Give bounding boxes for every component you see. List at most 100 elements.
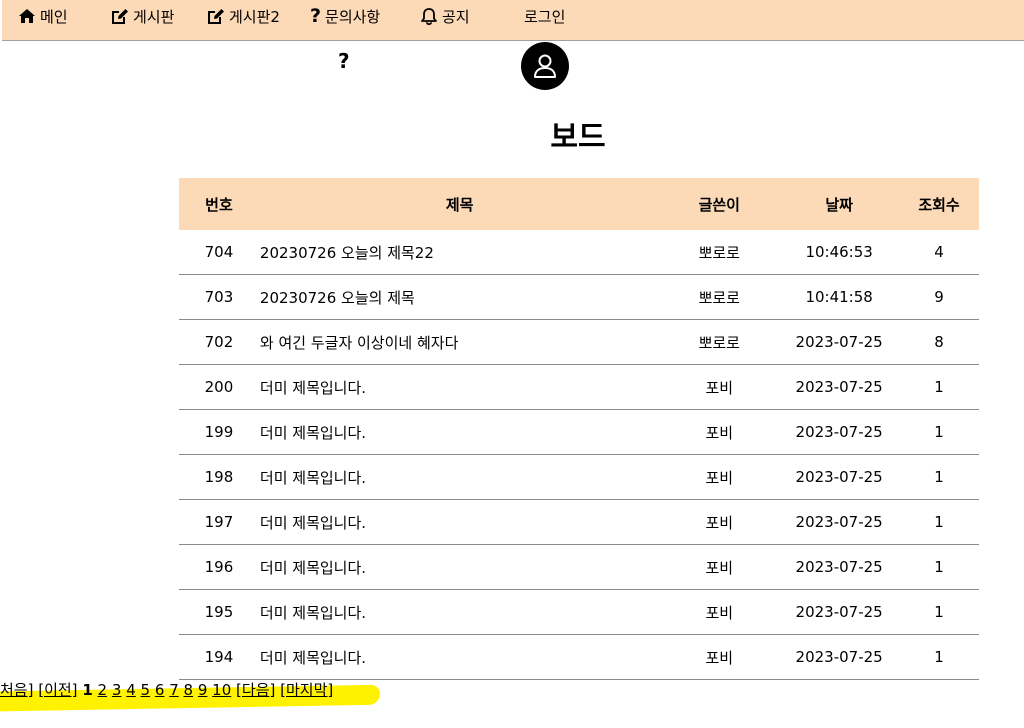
cell-title-link[interactable]: 더미 제목입니다. — [258, 544, 660, 590]
pager-page-link[interactable]: 4 — [126, 681, 136, 699]
header-title[interactable]: 제목 — [259, 178, 659, 230]
cell-writer: 뽀로로 — [659, 319, 780, 365]
pager-last-link[interactable]: [마지막] — [280, 681, 333, 699]
header-date[interactable]: 날짜 — [779, 178, 899, 230]
pager-page-link[interactable]: 10 — [212, 681, 231, 699]
pager-page-link[interactable]: 7 — [169, 681, 179, 699]
help-icon[interactable]: ? — [338, 51, 350, 71]
question-icon: ? — [310, 4, 322, 27]
cell-views: 4 — [899, 230, 979, 275]
table-row[interactable]: 702 와 여긴 두글자 이상이네 혜자다 뽀로로 2023-07-25 8 — [179, 319, 979, 365]
cell-title-link[interactable]: 20230726 오늘의 제목 — [258, 274, 660, 320]
cell-number: 200 — [179, 364, 259, 410]
cell-title-link[interactable]: 더미 제목입니다. — [258, 454, 660, 500]
cell-date: 2023-07-25 — [779, 409, 900, 455]
nav-item-label: 게시판 — [133, 7, 175, 26]
cell-writer: 포비 — [659, 454, 780, 500]
board-table: 번호 제목 글쓴이 날짜 조회수 704 20230726 오늘의 제목22 뽀… — [179, 178, 979, 680]
nav-item-board2[interactable]: 게시판2 — [206, 3, 280, 29]
cell-views: 1 — [899, 454, 979, 500]
pager-page-link[interactable]: 8 — [184, 681, 194, 699]
home-icon — [18, 8, 36, 24]
table-row[interactable]: 198 더미 제목입니다. 포비 2023-07-25 1 — [179, 454, 979, 500]
cell-writer: 포비 — [659, 409, 780, 455]
cell-date: 2023-07-25 — [779, 364, 900, 410]
table-row[interactable]: 196 더미 제목입니다. 포비 2023-07-25 1 — [179, 544, 979, 590]
cell-date: 2023-07-25 — [779, 454, 900, 500]
nav-item-login[interactable]: 로그인 — [524, 3, 565, 29]
pager-page-link[interactable]: 3 — [112, 681, 122, 699]
table-row[interactable]: 194 더미 제목입니다. 포비 2023-07-25 1 — [179, 634, 979, 680]
nav-item-board[interactable]: 게시판 — [110, 3, 174, 29]
cell-views: 8 — [899, 319, 979, 365]
cell-number: 703 — [179, 274, 259, 320]
pagination: 처음] [이전] 1 2 3 4 5 6 7 8 9 10 [다음] [마지막] — [0, 679, 333, 700]
pager-next-link[interactable]: [다음] — [236, 681, 275, 699]
pager-first-link[interactable]: 처음] — [0, 681, 33, 699]
header-writer[interactable]: 글쓴이 — [659, 178, 779, 230]
cell-number: 199 — [179, 409, 259, 455]
cell-title-link[interactable]: 와 여긴 두글자 이상이네 혜자다 — [258, 319, 660, 365]
page-title: 보드 — [550, 120, 606, 155]
cell-views: 1 — [899, 544, 979, 590]
table-row[interactable]: 703 20230726 오늘의 제목 뽀로로 10:41:58 9 — [179, 274, 979, 320]
nav-item-notice[interactable]: 공지 — [420, 3, 470, 29]
header-number[interactable]: 번호 — [179, 178, 259, 230]
pager-page-link[interactable]: 2 — [98, 681, 108, 699]
pager-page-link[interactable]: 6 — [155, 681, 165, 699]
nav-item-label: 로그인 — [524, 7, 566, 26]
cell-date: 2023-07-25 — [779, 634, 900, 680]
cell-title-link[interactable]: 더미 제목입니다. — [258, 364, 660, 410]
pager-page-link[interactable]: 5 — [141, 681, 151, 699]
edit-icon — [206, 8, 225, 25]
table-row[interactable]: 197 더미 제목입니다. 포비 2023-07-25 1 — [179, 499, 979, 545]
cell-writer: 뽀로로 — [659, 230, 780, 275]
cell-writer: 포비 — [659, 364, 780, 410]
cell-writer: 포비 — [659, 589, 780, 635]
nav-item-inquiry[interactable]: ? 문의사항 — [310, 3, 380, 29]
table-header-row: 번호 제목 글쓴이 날짜 조회수 — [179, 178, 979, 230]
cell-date: 2023-07-25 — [779, 319, 900, 365]
cell-date: 10:41:58 — [779, 274, 900, 320]
cell-writer: 포비 — [659, 544, 780, 590]
cell-number: 702 — [179, 319, 259, 365]
edit-icon — [110, 8, 129, 25]
nav-item-main[interactable]: 메인 — [18, 3, 68, 29]
cell-number: 704 — [179, 230, 259, 275]
table-row[interactable]: 704 20230726 오늘의 제목22 뽀로로 10:46:53 4 — [179, 230, 979, 275]
cell-date: 2023-07-25 — [779, 499, 900, 545]
user-avatar[interactable] — [521, 42, 569, 90]
user-icon — [534, 54, 556, 78]
table-row[interactable]: 200 더미 제목입니다. 포비 2023-07-25 1 — [179, 364, 979, 410]
cell-views: 1 — [899, 589, 979, 635]
cell-number: 197 — [179, 499, 259, 545]
cell-title-link[interactable]: 더미 제목입니다. — [258, 499, 660, 545]
bell-icon — [420, 7, 438, 26]
header-views[interactable]: 조회수 — [899, 178, 979, 230]
cell-title-link[interactable]: 더미 제목입니다. — [258, 589, 660, 635]
cell-views: 1 — [899, 409, 979, 455]
cell-title-link[interactable]: 더미 제목입니다. — [258, 409, 660, 455]
nav-item-label: 메인 — [40, 7, 68, 26]
top-nav: 메인 게시판 게시판2 ? 문의사항 공지 로그인 — [2, 0, 1024, 41]
cell-writer: 포비 — [659, 634, 780, 680]
cell-views: 1 — [899, 364, 979, 410]
cell-number: 198 — [179, 454, 259, 500]
cell-writer: 포비 — [659, 499, 780, 545]
cell-date: 2023-07-25 — [779, 544, 900, 590]
cell-number: 195 — [179, 589, 259, 635]
nav-item-label: 문의사항 — [325, 7, 381, 26]
cell-views: 1 — [899, 499, 979, 545]
cell-views: 9 — [899, 274, 979, 320]
cell-number: 194 — [179, 634, 259, 680]
pager-prev-link[interactable]: [이전] — [38, 681, 77, 699]
cell-views: 1 — [899, 634, 979, 680]
cell-date: 10:46:53 — [779, 230, 900, 275]
pager-page-link[interactable]: 9 — [198, 681, 208, 699]
cell-date: 2023-07-25 — [779, 589, 900, 635]
pager-current-page: 1 — [82, 681, 93, 699]
cell-title-link[interactable]: 20230726 오늘의 제목22 — [258, 230, 660, 275]
table-row[interactable]: 195 더미 제목입니다. 포비 2023-07-25 1 — [179, 589, 979, 635]
cell-title-link[interactable]: 더미 제목입니다. — [258, 634, 660, 680]
table-row[interactable]: 199 더미 제목입니다. 포비 2023-07-25 1 — [179, 409, 979, 455]
